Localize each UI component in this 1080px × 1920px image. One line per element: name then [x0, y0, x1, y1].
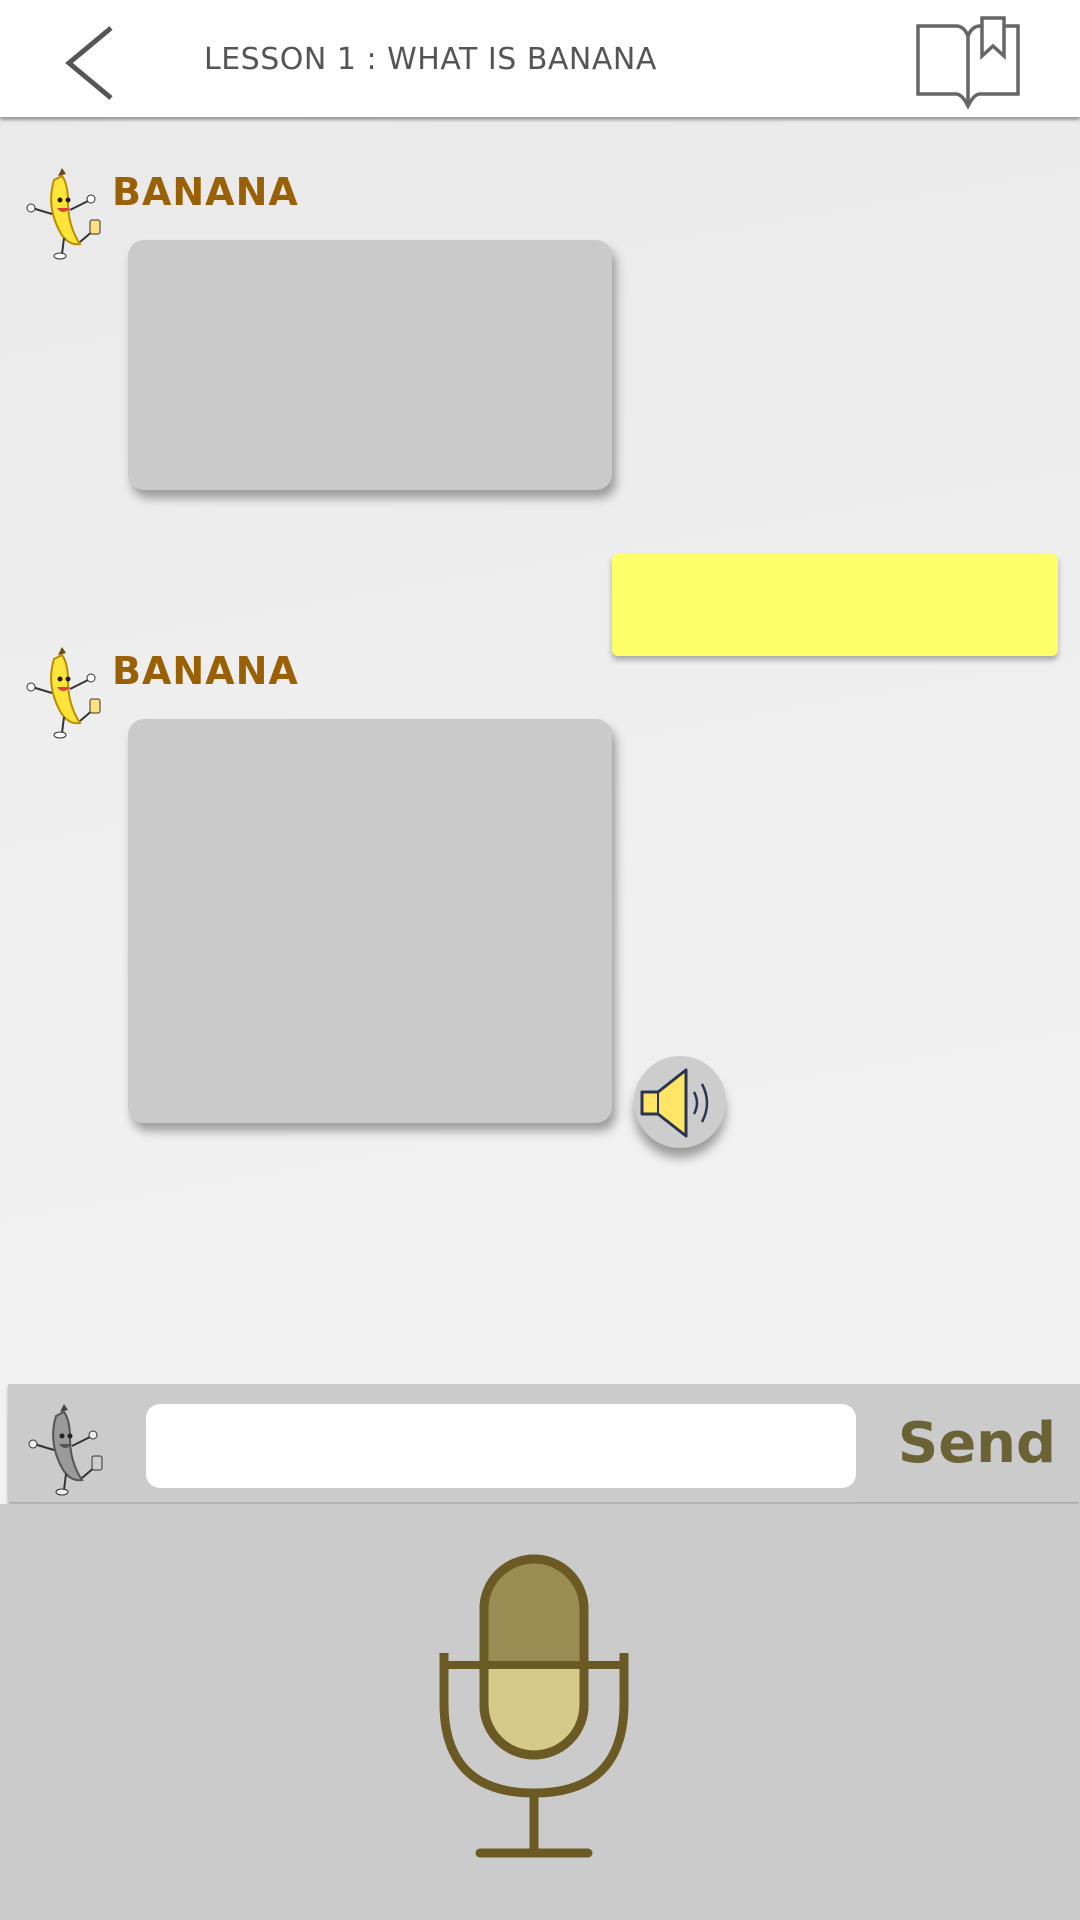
- lesson-book-button[interactable]: [912, 14, 1024, 112]
- bot-message-bubble: [128, 240, 612, 490]
- message-composer: Send: [8, 1384, 1080, 1502]
- chevron-left-icon: [65, 26, 113, 100]
- book-bookmark-icon: [916, 16, 1020, 110]
- microphone-icon: [439, 1554, 629, 1858]
- sender-name: BANANA: [112, 170, 299, 214]
- banana-avatar-icon: [28, 1404, 103, 1496]
- microphone-button[interactable]: [438, 1553, 630, 1863]
- top-app-bar: LESSON 1 : WHAT IS BANANA: [0, 0, 1080, 117]
- user-message-bubble: [612, 554, 1058, 656]
- send-button[interactable]: Send: [892, 1412, 1062, 1476]
- banana-mascot-icon: [26, 168, 101, 260]
- bot-message-bubble: [128, 719, 612, 1123]
- back-button[interactable]: [55, 18, 135, 108]
- message-input[interactable]: [146, 1404, 856, 1488]
- sender-name: BANANA: [112, 649, 299, 693]
- play-audio-button[interactable]: [634, 1056, 726, 1148]
- speaker-icon: [640, 1068, 709, 1138]
- voice-input-panel: [0, 1504, 1080, 1920]
- banana-mascot-icon: [26, 647, 101, 739]
- lesson-title: LESSON 1 : WHAT IS BANANA: [204, 42, 657, 77]
